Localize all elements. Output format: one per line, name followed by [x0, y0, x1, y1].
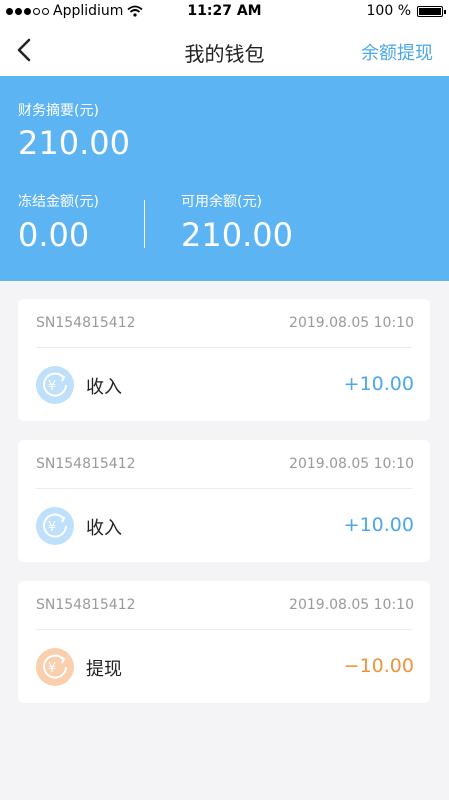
transaction-sn: SN154815412 [36, 456, 136, 472]
transaction-amount: +10.00 [343, 373, 414, 395]
transaction-card[interactable]: SN154815412 2019.08.05 10:10 ¥ 收入 +10.00 [18, 299, 430, 421]
transaction-time: 2019.08.05 10:10 [289, 456, 414, 472]
frozen-label: 冻结金额(元) [18, 194, 99, 210]
status-bar: Applidium 11:27 AM 100 % [0, 0, 449, 24]
svg-text:¥: ¥ [48, 661, 56, 676]
card-divider [36, 629, 412, 630]
transaction-type: 收入 [86, 518, 122, 539]
yuan-refund-icon: ¥ [36, 648, 74, 686]
card-divider [36, 347, 412, 348]
transaction-card[interactable]: SN154815412 2019.08.05 10:10 ¥ 收入 +10.00 [18, 440, 430, 562]
available-value: 210.00 [181, 216, 293, 254]
transaction-sn: SN154815412 [36, 315, 136, 331]
card-divider [36, 488, 412, 489]
yuan-refund-icon: ¥ [36, 507, 74, 545]
battery-percent: 100 % [366, 3, 411, 19]
transaction-card[interactable]: SN154815412 2019.08.05 10:10 ¥ 提现 −10.00 [18, 581, 430, 703]
frozen-value: 0.00 [18, 216, 90, 254]
transaction-sn: SN154815412 [36, 597, 136, 613]
available-label: 可用余额(元) [181, 194, 262, 210]
battery-group: 100 % [366, 3, 446, 19]
summary-divider [144, 200, 145, 248]
transaction-type: 收入 [86, 377, 122, 398]
transaction-time: 2019.08.05 10:10 [289, 315, 414, 331]
svg-text:¥: ¥ [48, 379, 56, 394]
transaction-amount: −10.00 [343, 655, 414, 677]
wallet-summary: 财务摘要(元) 210.00 冻结金额(元) 0.00 可用余额(元) 210.… [0, 76, 449, 281]
total-value: 210.00 [18, 124, 130, 162]
total-label: 财务摘要(元) [18, 103, 99, 119]
transaction-time: 2019.08.05 10:10 [289, 597, 414, 613]
transaction-amount: +10.00 [343, 514, 414, 536]
nav-bar: 我的钱包 余额提现 [0, 24, 449, 76]
battery-icon [417, 5, 446, 17]
transaction-type: 提现 [86, 659, 122, 680]
svg-text:¥: ¥ [48, 520, 56, 535]
yuan-refund-icon: ¥ [36, 366, 74, 404]
withdraw-balance-link[interactable]: 余额提现 [361, 39, 433, 65]
